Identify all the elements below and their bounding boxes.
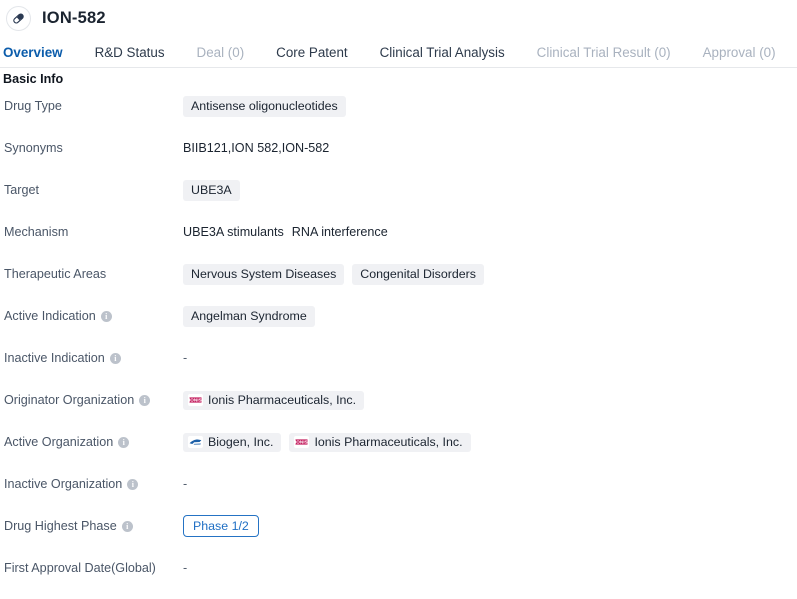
info-circle-icon[interactable]: i: [139, 394, 151, 406]
info-label-text: Mechanism: [4, 225, 69, 239]
info-label-text: Target: [4, 183, 40, 197]
info-label-therapeutic-areas: Therapeutic Areas: [0, 263, 183, 285]
info-label-text: Synonyms: [4, 141, 63, 155]
tab-clinical-trial-analysis[interactable]: Clinical Trial Analysis: [380, 45, 523, 64]
info-value-inactive-indication: -: [183, 347, 797, 369]
organization-name: Ionis Pharmaceuticals, Inc.: [314, 434, 463, 449]
ionis-logo: IONIS: [294, 436, 310, 448]
info-row: First Approval Date(Global) -: [0, 557, 797, 599]
info-label-drug-highest-phase: Drug Highest Phase i: [0, 515, 183, 537]
info-label-inactive-indication: Inactive Indication i: [0, 347, 183, 369]
capsule-pill-icon: [6, 5, 31, 31]
info-row: Inactive Organization i -: [0, 473, 797, 515]
tab-approval[interactable]: Approval (0): [703, 45, 794, 64]
value-chip[interactable]: UBE3A: [183, 179, 240, 201]
info-circle-icon[interactable]: i: [109, 352, 121, 364]
info-label-text: Originator Organization: [4, 393, 135, 407]
info-row: Target UBE3A: [0, 179, 797, 221]
info-row: Mechanism UBE3A stimulants RNA interferenc…: [0, 221, 797, 263]
info-row: Drug Highest Phase i Phase 1/2: [0, 515, 797, 557]
value-chip[interactable]: Congenital Disorders: [352, 263, 484, 285]
tab-overview[interactable]: Overview: [3, 45, 81, 64]
info-label-originator-organization: Originator Organization i: [0, 389, 183, 411]
info-label-text: Active Indication: [4, 309, 96, 323]
value-text: BIIB121,ION 582,ION-582: [183, 141, 330, 155]
value-text: RNA interference: [291, 225, 388, 239]
info-label-text: Therapeutic Areas: [4, 267, 107, 281]
organization-chip[interactable]: IONIS Ionis Pharmaceuticals, Inc.: [289, 432, 471, 452]
page-title: ION-582: [42, 8, 106, 27]
tab-clinical-trial-result[interactable]: Clinical Trial Result (0): [537, 45, 689, 64]
info-row: Therapeutic Areas Nervous System Diseases…: [0, 263, 797, 305]
info-label-synonyms: Synonyms: [0, 137, 183, 159]
info-circle-icon[interactable]: i: [118, 436, 130, 448]
biogen-logo: [188, 436, 203, 448]
basic-info-table: Drug Type Antisense oligonucleotides Synon…: [0, 95, 797, 599]
info-label-mechanism: Mechanism: [0, 221, 183, 243]
info-value-therapeutic-areas: Nervous System Diseases Congenital Disord…: [183, 263, 797, 285]
empty-value: -: [183, 477, 188, 491]
info-value-first-approval-date-global: -: [183, 557, 797, 579]
svg-text:IONIS: IONIS: [295, 440, 308, 445]
info-label-drug-type: Drug Type: [0, 95, 183, 117]
organization-name: Ionis Pharmaceuticals, Inc.: [208, 392, 357, 407]
info-label-active-organization: Active Organization i: [0, 431, 183, 453]
empty-value: -: [183, 561, 188, 575]
page-header: ION-582: [0, 0, 797, 36]
info-row: Drug Type Antisense oligonucleotides: [0, 95, 797, 137]
info-value-drug-type: Antisense oligonucleotides: [183, 95, 797, 117]
info-label-text: Inactive Indication: [4, 351, 105, 365]
info-value-active-organization: Biogen, Inc. IONIS Ionis Pharmaceuticals, …: [183, 431, 797, 453]
info-value-drug-highest-phase: Phase 1/2: [183, 515, 797, 537]
info-label-target: Target: [0, 179, 183, 201]
tab-bar: Overview R&D Status Deal (0) Core Patent…: [0, 36, 797, 64]
empty-value: -: [183, 351, 188, 365]
info-circle-icon[interactable]: i: [100, 310, 112, 322]
info-value-target: UBE3A: [183, 179, 797, 201]
info-row: Inactive Indication i -: [0, 347, 797, 389]
info-label-text: Drug Type: [4, 99, 62, 113]
tab-rd-status[interactable]: R&D Status: [95, 45, 183, 64]
value-text: UBE3A stimulants: [183, 225, 284, 239]
info-label-text: Drug Highest Phase: [4, 519, 117, 533]
ionis-logo: IONIS: [188, 394, 203, 406]
info-value-active-indication: Angelman Syndrome: [183, 305, 797, 327]
info-value-mechanism: UBE3A stimulants RNA interference: [183, 221, 797, 243]
value-chip[interactable]: Antisense oligonucleotides: [183, 95, 346, 117]
info-label-text: Active Organization: [4, 435, 114, 449]
tab-core-patent[interactable]: Core Patent: [276, 45, 365, 64]
info-row: Active Indication i Angelman Syndrome: [0, 305, 797, 347]
info-value-originator-organization: IONIS Ionis Pharmaceuticals, Inc.: [183, 389, 797, 411]
info-label-text: First Approval Date(Global): [4, 561, 156, 575]
value-chip[interactable]: Angelman Syndrome: [183, 305, 315, 327]
tab-deal[interactable]: Deal (0): [197, 45, 263, 64]
info-row: Originator Organization i IONIS Ionis Pharm…: [0, 389, 797, 431]
info-circle-icon[interactable]: i: [127, 478, 139, 490]
section-title-basic-info: Basic Info: [3, 72, 64, 86]
info-value-synonyms: BIIB121,ION 582,ION-582: [183, 137, 797, 159]
organization-name: Biogen, Inc.: [208, 434, 274, 449]
info-row: Active Organization i Biogen, Inc. IONIS Ion…: [0, 431, 797, 473]
info-label-active-indication: Active Indication i: [0, 305, 183, 327]
info-label-text: Inactive Organization: [4, 477, 123, 491]
info-circle-icon[interactable]: i: [121, 520, 133, 532]
info-row: Synonyms BIIB121,ION 582,ION-582: [0, 137, 797, 179]
svg-text:IONIS: IONIS: [189, 398, 202, 403]
value-chip[interactable]: Nervous System Diseases: [183, 263, 345, 285]
info-label-inactive-organization: Inactive Organization i: [0, 473, 183, 495]
info-value-inactive-organization: -: [183, 473, 797, 495]
organization-chip[interactable]: Biogen, Inc.: [183, 432, 282, 452]
phase-badge[interactable]: Phase 1/2: [183, 515, 259, 537]
organization-chip[interactable]: IONIS Ionis Pharmaceuticals, Inc.: [183, 390, 365, 410]
info-label-first-approval-date-global: First Approval Date(Global): [0, 557, 183, 579]
